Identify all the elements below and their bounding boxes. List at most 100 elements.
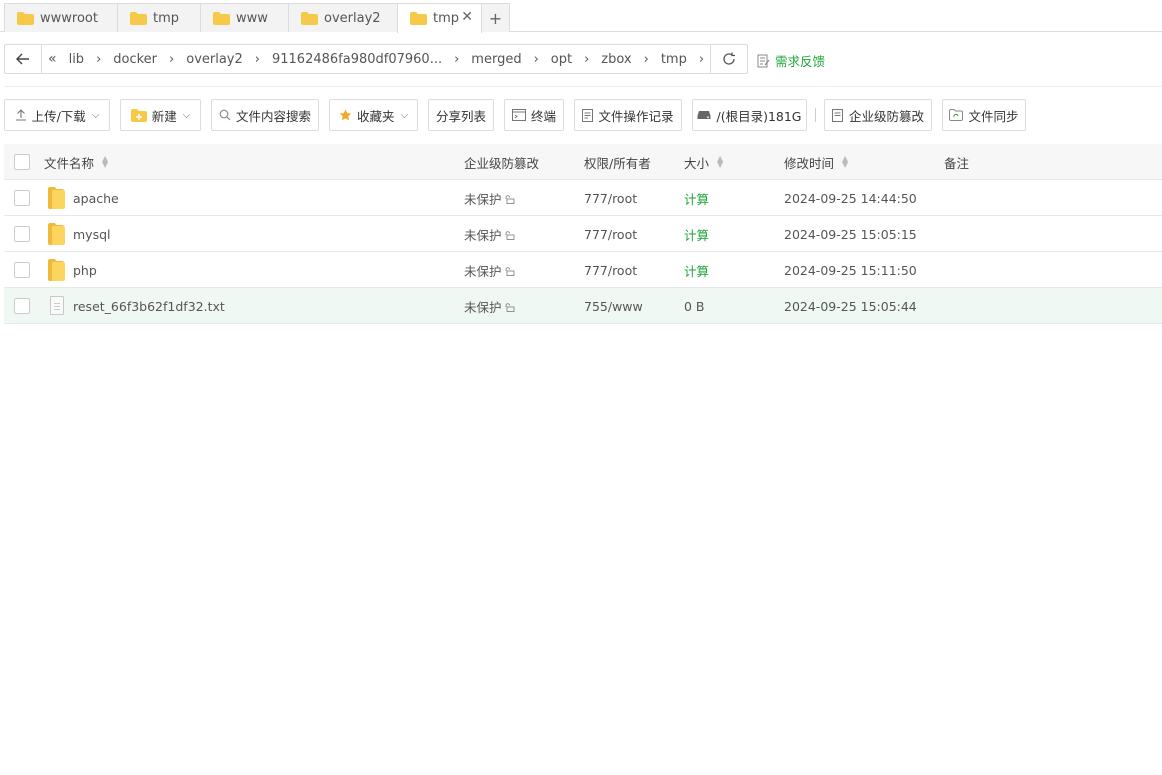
- column-header-perm: 权限/所有者: [584, 144, 651, 180]
- modified-time: 2024-09-25 15:05:44: [784, 298, 917, 314]
- breadcrumb-item[interactable]: overlay2: [180, 52, 249, 67]
- new-folder-icon: [130, 108, 147, 122]
- breadcrumb-item[interactable]: opt: [545, 52, 578, 67]
- file-name[interactable]: mysql: [73, 216, 111, 252]
- tamper-protection-button[interactable]: 企业级防篡改: [824, 99, 932, 131]
- file-name[interactable]: apache: [73, 180, 119, 216]
- refresh-button[interactable]: [710, 45, 747, 73]
- feedback-link[interactable]: 需求反馈: [757, 51, 825, 70]
- star-icon: [339, 109, 352, 121]
- breadcrumb-item[interactable]: tmp: [655, 52, 693, 67]
- column-header-label: 企业级防篡改: [464, 155, 540, 171]
- tab-bar: wwwroot tmp www overlay2 tmp ✕ +: [0, 0, 1162, 33]
- unlock-icon[interactable]: [505, 194, 515, 204]
- size-calculate-link[interactable]: 计算: [684, 180, 709, 216]
- tamper-status-label: 未保护: [464, 263, 502, 279]
- favorites-button[interactable]: 收藏夹 ⌵: [329, 99, 418, 131]
- file-name[interactable]: php: [73, 252, 97, 288]
- permission-owner[interactable]: 755/www: [584, 288, 643, 324]
- row-checkbox[interactable]: [14, 298, 30, 314]
- column-header-label: 权限/所有者: [584, 155, 651, 171]
- folder-icon: [17, 11, 34, 25]
- table-row[interactable]: mysql 未保护 777/root 计算 2024-09-25 15:05:1…: [4, 216, 1162, 252]
- select-all-checkbox[interactable]: [14, 154, 30, 170]
- file-oplog-button[interactable]: 文件操作记录: [574, 99, 682, 131]
- column-header-name[interactable]: 文件名称 ▲ ▼: [44, 144, 108, 180]
- breadcrumb-item[interactable]: zbox: [595, 52, 637, 67]
- column-header-label: 修改时间: [784, 155, 835, 171]
- tab-label: tmp: [433, 11, 460, 26]
- chevron-right-icon: ›: [454, 51, 460, 67]
- sort-icon: ▲ ▼: [102, 154, 109, 169]
- table-row[interactable]: php 未保护 777/root 计算 2024-09-25 15:11:50: [4, 252, 1162, 288]
- chevron-right-icon: ›: [96, 51, 102, 67]
- share-list-button[interactable]: 分享列表: [428, 99, 494, 131]
- terminal-icon: [511, 109, 526, 121]
- column-header-mtime[interactable]: 修改时间 ▲ ▼: [784, 144, 848, 180]
- add-tab-button[interactable]: +: [481, 3, 510, 32]
- upload-download-button[interactable]: 上传/下载 ⌵: [4, 99, 110, 131]
- folder-icon: [301, 11, 318, 25]
- row-checkbox[interactable]: [14, 262, 30, 278]
- chevron-right-icon: ›: [169, 51, 175, 67]
- new-button[interactable]: 新建 ⌵: [120, 99, 201, 131]
- row-checkbox[interactable]: [14, 190, 30, 206]
- upload-download-label: 上传/下载: [31, 108, 86, 124]
- table-row[interactable]: apache 未保护 777/root 计算 2024-09-25 14:44:…: [4, 180, 1162, 216]
- size-calculate-link[interactable]: 计算: [684, 252, 709, 288]
- back-button[interactable]: [5, 45, 42, 73]
- toolbar-separator: [815, 108, 816, 122]
- tamper-status: 未保护: [464, 252, 515, 288]
- unlock-icon[interactable]: [505, 302, 515, 312]
- arrow-left-icon: [16, 53, 29, 65]
- unlock-icon[interactable]: [505, 266, 515, 276]
- content-search-label: 文件内容搜索: [235, 108, 311, 124]
- permission-owner[interactable]: 777/root: [584, 216, 637, 252]
- disk-icon: [697, 111, 711, 119]
- tab-tmp-active[interactable]: tmp ✕: [397, 3, 482, 33]
- terminal-button[interactable]: 终端: [504, 99, 564, 131]
- content-search-button[interactable]: 文件内容搜索: [211, 99, 319, 131]
- upload-icon: [15, 109, 26, 121]
- refresh-icon: [723, 52, 735, 65]
- tab-overlay2[interactable]: overlay2: [288, 3, 398, 32]
- chevron-right-icon: ›: [533, 51, 539, 67]
- disk-button[interactable]: /(根目录)181G: [692, 99, 807, 131]
- permission-owner[interactable]: 777/root: [584, 252, 637, 288]
- chevron-down-icon: ⌵: [91, 109, 100, 121]
- row-checkbox[interactable]: [14, 226, 30, 242]
- size-calculate-link[interactable]: 计算: [684, 216, 709, 252]
- breadcrumb-item[interactable]: docker: [107, 52, 163, 67]
- new-label: 新建: [151, 108, 177, 124]
- folder-icon: [130, 11, 147, 25]
- table-row[interactable]: reset_66f3b62f1df32.txt 未保护 755/www 0 B …: [4, 288, 1162, 324]
- close-icon[interactable]: ✕: [461, 9, 473, 25]
- modified-time: 2024-09-25 15:05:15: [784, 226, 917, 242]
- tab-www[interactable]: www: [200, 3, 289, 32]
- folder-icon: [48, 259, 65, 281]
- double-chevron-left-icon[interactable]: «: [42, 51, 63, 67]
- sync-folder-icon: [949, 109, 964, 121]
- file-name[interactable]: reset_66f3b62f1df32.txt: [73, 288, 225, 324]
- chevron-right-icon: ›: [254, 51, 260, 67]
- permission-owner[interactable]: 777/root: [584, 180, 637, 216]
- file-sync-button[interactable]: 文件同步: [942, 99, 1026, 131]
- chevron-right-icon: ›: [643, 51, 649, 67]
- tamper-status: 未保护: [464, 180, 515, 216]
- folder-icon: [48, 223, 65, 245]
- path-bar: « lib › docker › overlay2 › 91162486fa98…: [4, 44, 748, 74]
- chevron-down-icon: ⌵: [182, 109, 191, 121]
- tab-wwwroot[interactable]: wwwroot: [4, 3, 118, 32]
- file-oplog-label: 文件操作记录: [598, 108, 674, 124]
- breadcrumb-item[interactable]: lib: [63, 52, 90, 67]
- file-table-header: 文件名称 ▲ ▼ 企业级防篡改 权限/所有者 大小 ▲ ▼ 修改时间 ▲ ▼ 备注: [4, 144, 1162, 180]
- tamper-status-label: 未保护: [464, 227, 502, 243]
- text-file-icon: [50, 296, 64, 315]
- breadcrumb-item[interactable]: merged: [465, 52, 527, 67]
- tab-tmp-1[interactable]: tmp: [117, 3, 201, 32]
- breadcrumb-item[interactable]: 91162486fa980df07960...: [266, 52, 448, 67]
- unlock-icon[interactable]: [505, 230, 515, 240]
- tamper-status: 未保护: [464, 288, 515, 324]
- folder-icon: [48, 187, 65, 209]
- column-header-size[interactable]: 大小 ▲ ▼: [684, 144, 723, 180]
